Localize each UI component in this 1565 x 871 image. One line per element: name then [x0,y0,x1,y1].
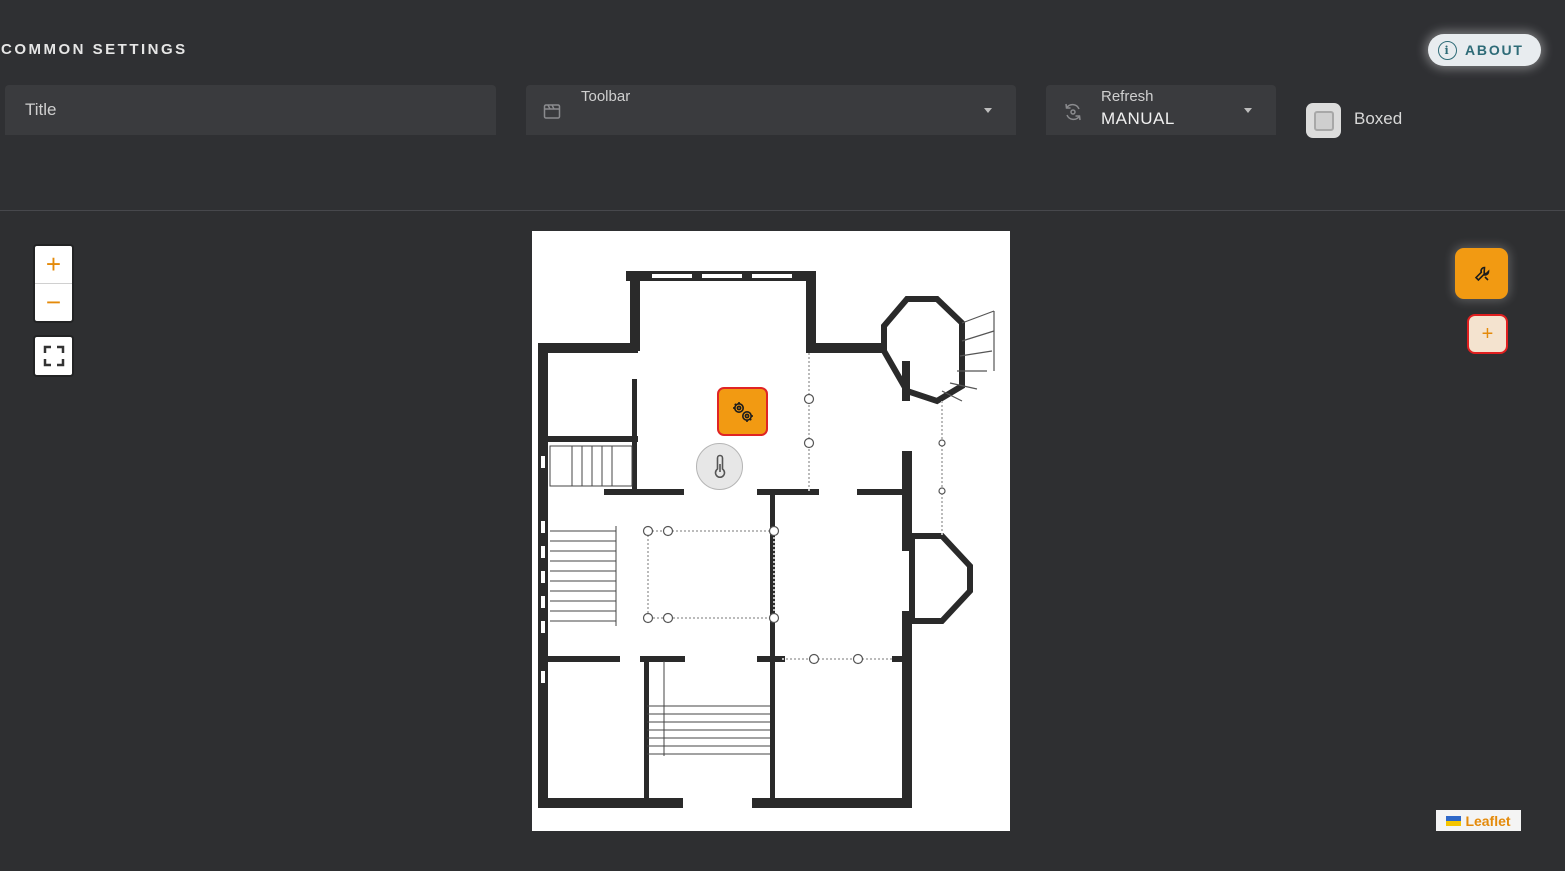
add-marker-button[interactable]: + [1467,314,1508,354]
chevron-down-icon [1244,108,1252,113]
title-input[interactable] [5,85,496,135]
leaflet-attribution[interactable]: Leaflet [1436,810,1521,831]
refresh-value: MANUAL [1101,109,1175,128]
section-title: COMMON SETTINGS [1,41,188,58]
toolbar-select[interactable]: Toolbar [526,85,1016,135]
about-label: ABOUT [1465,42,1524,58]
toolbar-label: Toolbar [581,88,631,105]
zoom-out-button[interactable]: − [35,283,72,320]
wrench-icon [1474,266,1489,281]
device-marker-gears[interactable] [717,387,768,436]
floorplan-image [532,231,1010,831]
attribution-label: Leaflet [1465,812,1511,829]
refresh-select[interactable]: Refresh MANUAL [1046,85,1276,135]
refresh-label: Refresh [1101,88,1154,105]
floorplan-drawing [538,271,995,808]
info-icon: i [1438,40,1457,60]
refresh-icon [1062,101,1082,121]
checkbox-box [1313,110,1334,131]
zoom-in-button[interactable]: + [35,246,72,283]
settings-page: COMMON SETTINGS i ABOUT Toolbar [0,0,1565,871]
zoom-control: + − [35,246,72,321]
fullscreen-button[interactable] [35,337,72,375]
boxed-checkbox[interactable] [1306,103,1341,138]
thermometer-icon [714,454,725,478]
chevron-down-icon [984,108,992,113]
edit-mode-button[interactable] [1455,248,1508,299]
boxed-label: Boxed [1354,109,1403,128]
about-button[interactable]: i ABOUT [1428,34,1541,66]
title-field[interactable] [5,85,496,135]
device-marker-thermometer[interactable] [696,443,743,490]
gears-icon [732,401,753,422]
toolbar-icon [542,101,562,121]
fullscreen-icon [43,345,64,367]
flag-icon [1446,815,1462,826]
